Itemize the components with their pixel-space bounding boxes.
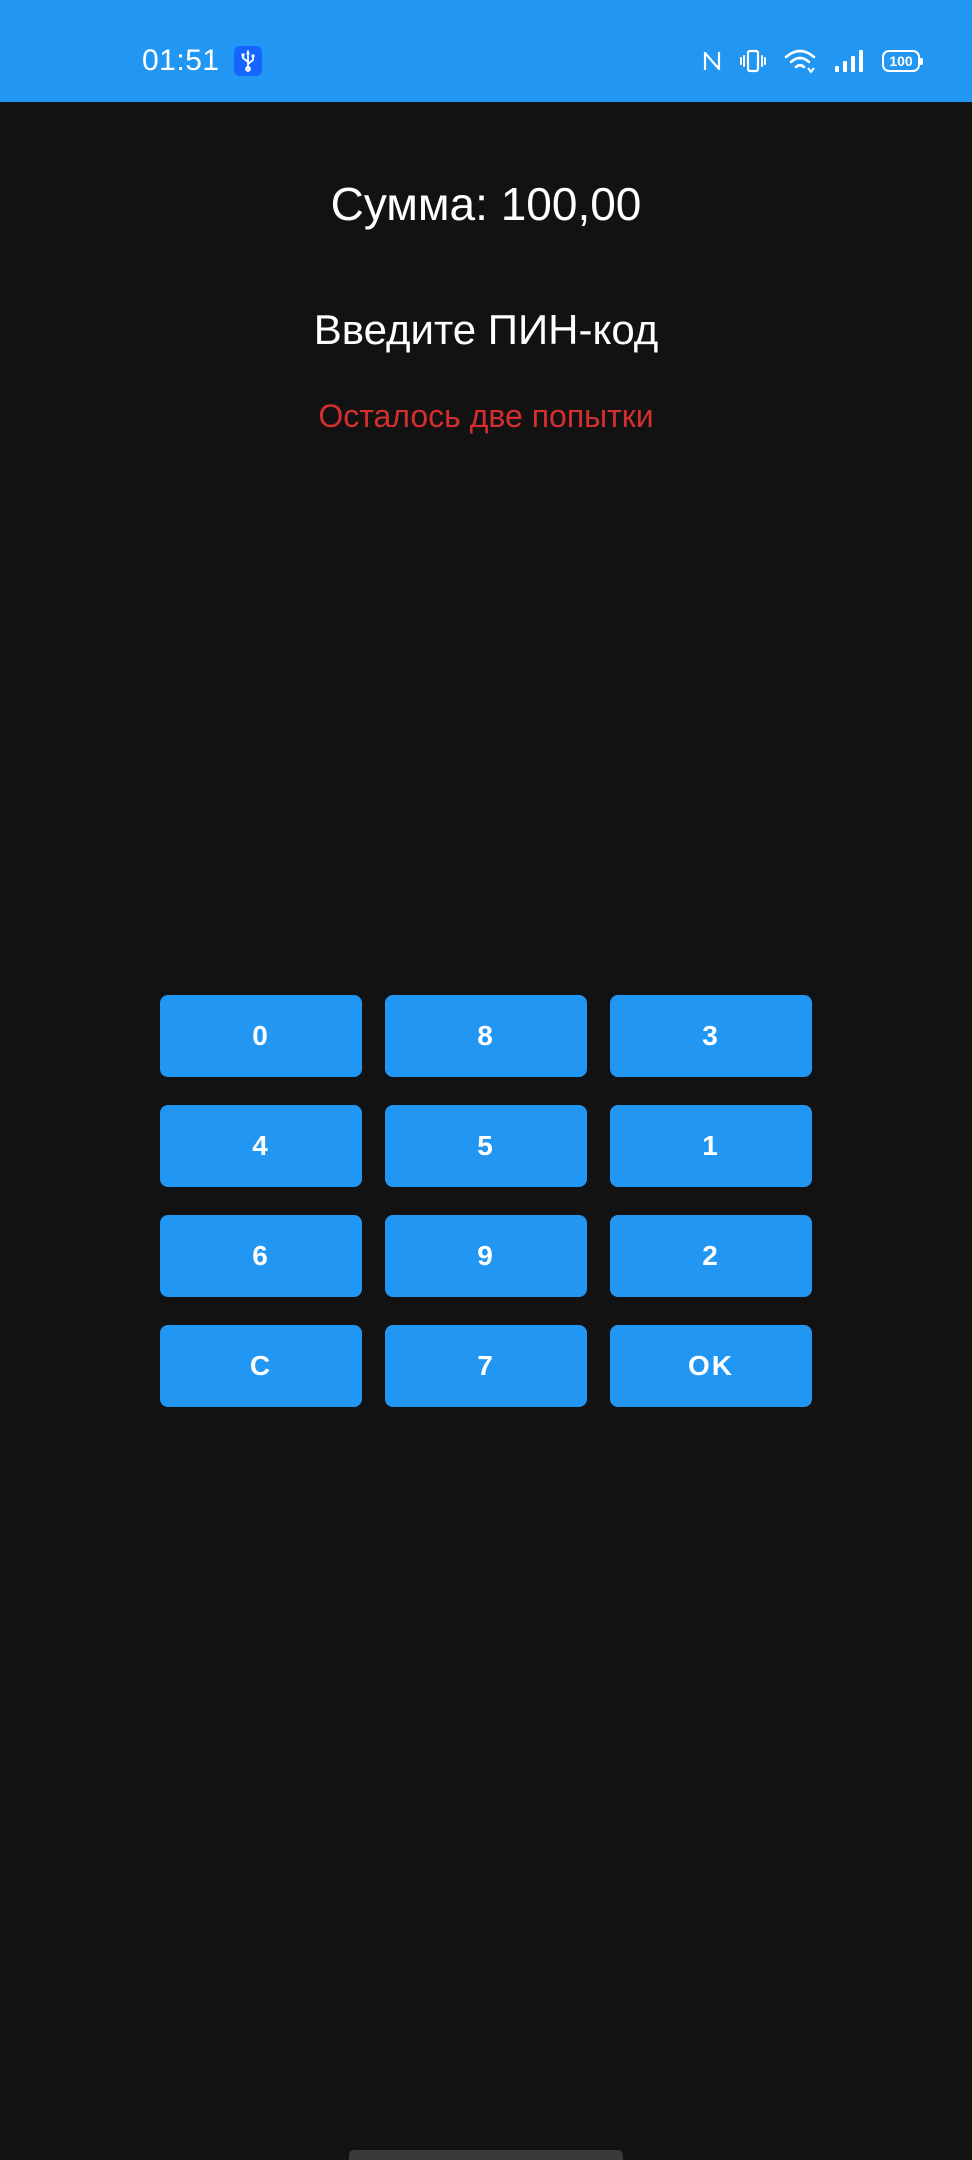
ok-button[interactable]: OK — [610, 1325, 812, 1407]
key-6[interactable]: 6 — [160, 1215, 362, 1297]
key-5[interactable]: 5 — [385, 1105, 587, 1187]
key-0[interactable]: 0 — [160, 995, 362, 1077]
pin-prompt: Введите ПИН-код — [313, 306, 659, 353]
amount-label: Сумма: 100,00 — [330, 178, 642, 230]
attempts-warning: Осталось две попытки — [318, 398, 654, 434]
clear-button[interactable]: C — [160, 1325, 362, 1407]
key-1[interactable]: 1 — [610, 1105, 812, 1187]
key-4[interactable]: 4 — [160, 1105, 362, 1187]
nfc-icon — [702, 49, 722, 73]
wifi-icon — [784, 48, 816, 74]
home-indicator[interactable] — [349, 2150, 623, 2160]
key-8[interactable]: 8 — [385, 995, 587, 1077]
battery-icon: 100 — [882, 50, 923, 72]
key-3[interactable]: 3 — [610, 995, 812, 1077]
status-time: 01:51 — [142, 44, 220, 77]
pin-keypad: 0 8 3 4 5 1 6 9 2 C 7 OK — [160, 995, 812, 1407]
key-9[interactable]: 9 — [385, 1215, 587, 1297]
signal-icon — [834, 49, 864, 73]
status-icons: 100 — [702, 44, 923, 78]
key-7[interactable]: 7 — [385, 1325, 587, 1407]
status-bar: 01:51 100 — [0, 0, 972, 102]
key-2[interactable]: 2 — [610, 1215, 812, 1297]
usb-icon — [234, 46, 262, 76]
vibrate-icon — [740, 48, 766, 74]
